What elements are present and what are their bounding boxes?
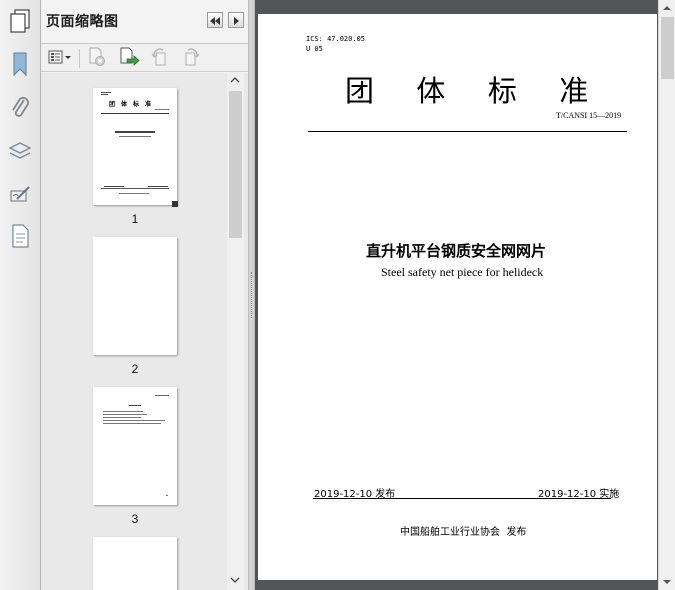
navigation-icon-bar <box>0 0 41 590</box>
page-thumbnail-4[interactable] <box>93 537 177 590</box>
document-view[interactable]: ICS: 47.020.05 U 05 团 体 标 准 T/CANSI 15—2… <box>255 0 658 590</box>
attachment-icon[interactable] <box>6 94 34 122</box>
thumbnail-list: 团体标准 1 2 3 <box>41 73 248 590</box>
scroll-up-arrow-icon[interactable] <box>230 76 240 87</box>
delete-page-button[interactable] <box>86 47 108 71</box>
document-title-cn: 直升机平台钢质安全网网片 <box>366 242 547 260</box>
page-number-label: 2 <box>131 362 139 376</box>
signature-icon[interactable] <box>6 180 34 208</box>
document-title-en: Steel safety net piece for helideck <box>381 265 544 279</box>
page-thumbnail-3[interactable] <box>93 387 177 505</box>
pages-panel-icon[interactable] <box>6 8 34 36</box>
thumbnail-options-button[interactable] <box>47 48 73 69</box>
insert-pages-icon <box>118 47 140 71</box>
scroll-down-arrow-icon[interactable] <box>230 576 240 587</box>
toolbar-separator <box>79 49 80 68</box>
rotate-cw-button[interactable] <box>180 47 202 71</box>
panel-title: 页面缩略图 <box>46 14 119 30</box>
standard-type-title: 团 体 标 准 <box>345 74 597 108</box>
page-number-label: 1 <box>131 212 139 226</box>
panel-header: 页面缩略图 <box>41 0 248 44</box>
page-thumbnail-1[interactable]: 团体标准 <box>93 88 178 207</box>
rotate-cw-icon <box>181 47 201 71</box>
content-icon[interactable] <box>6 222 34 250</box>
scrollbar-thumb[interactable] <box>229 91 242 238</box>
layers-icon[interactable] <box>6 137 34 165</box>
page-number-label: 3 <box>131 512 139 526</box>
publisher: 中国船舶工业行业协会 发布 <box>400 527 527 538</box>
insert-pages-button[interactable] <box>118 47 140 71</box>
footer-rule <box>313 498 611 499</box>
scroll-up-arrow-icon[interactable] <box>662 4 672 15</box>
splitter-grip[interactable] <box>251 272 252 318</box>
ccs-code: U 05 <box>306 45 323 53</box>
standard-number: T/CANSI 15—2019 <box>556 111 622 120</box>
document-page: ICS: 47.020.05 U 05 团 体 标 准 T/CANSI 15—2… <box>258 14 657 580</box>
rotate-ccw-button[interactable] <box>149 47 171 71</box>
first-page-button[interactable] <box>207 12 223 28</box>
scroll-down-arrow-icon[interactable] <box>662 578 672 589</box>
page-thumbnails-panel: 页面缩略图 团体标准 1 2 3 <box>41 0 248 590</box>
header-rule <box>308 131 627 132</box>
next-page-button[interactable] <box>228 12 244 28</box>
panel-splitter[interactable] <box>248 0 255 590</box>
document-scrollbar[interactable] <box>658 0 675 590</box>
ics-code: ICS: 47.020.05 <box>306 35 366 43</box>
page-resize-handle[interactable] <box>172 201 178 207</box>
thumbnail-scrollbar[interactable] <box>227 73 244 590</box>
thumbnail-toolbar <box>41 45 248 72</box>
delete-page-icon <box>87 47 107 71</box>
page-thumbnail-2[interactable] <box>93 237 177 355</box>
rotate-ccw-icon <box>150 47 170 71</box>
scrollbar-thumb[interactable] <box>661 17 674 79</box>
next-page-icon <box>231 11 241 30</box>
thumbnail-options-icon <box>48 49 72 68</box>
first-page-icon <box>209 11 221 30</box>
bookmark-icon[interactable] <box>6 50 34 78</box>
